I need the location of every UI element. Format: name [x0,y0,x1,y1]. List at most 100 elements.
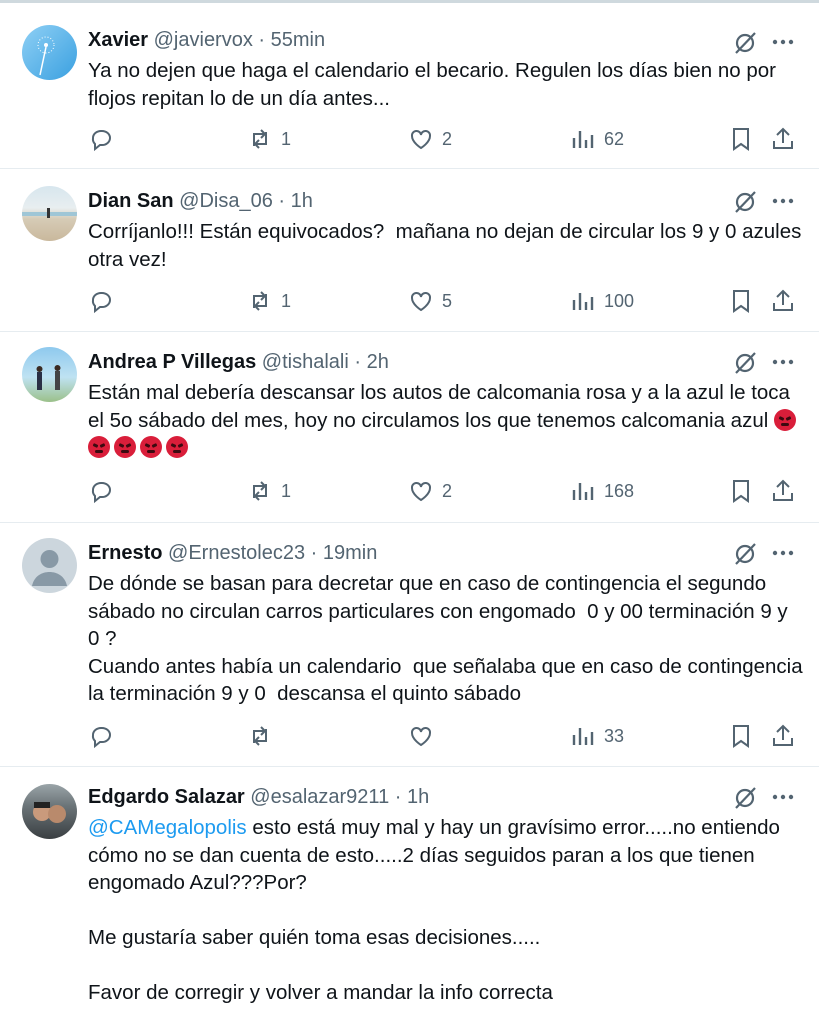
retweet-button[interactable]: 1 [247,476,291,506]
tweet-time[interactable]: 2h [367,351,389,373]
avatar[interactable] [22,25,77,80]
retweet-icon [253,291,267,311]
angry-face-icon [114,436,136,458]
reply-icon [91,482,111,504]
like-count: 5 [442,290,453,311]
more-icon[interactable] [770,542,796,564]
author-handle[interactable]: @Ernestolec23 [168,542,305,564]
bookmark-button[interactable] [728,721,754,751]
share-button[interactable] [770,721,796,751]
like-button[interactable]: 2 [408,476,452,506]
retweet-icon [253,129,267,149]
default-avatar-icon [32,550,67,586]
share-button[interactable] [770,124,796,154]
avatar[interactable] [22,538,77,593]
retweet-button[interactable]: 1 [247,124,291,154]
grok-icon[interactable] [731,188,759,216]
like-button[interactable] [408,721,442,751]
bookmark-icon [733,290,749,313]
tweet[interactable]: Andrea P Villegas @tishalali · 2h Están … [0,331,819,523]
tweet[interactable]: Dian San @Disa_06 · 1h Corríjanlo!!! Est… [0,168,819,332]
like-icon [411,129,431,150]
views-button[interactable]: 100 [570,286,634,316]
avatar[interactable] [22,186,77,241]
author-name[interactable]: Ernesto [88,542,162,564]
share-button[interactable] [770,286,796,316]
tweet-header: Andrea P Villegas @tishalali · 2h [88,351,389,373]
author-handle[interactable]: @tishalali [262,351,349,373]
tweet-text-content: Están mal debería descansar los autos de… [88,381,796,432]
views-button[interactable]: 168 [570,476,634,506]
grok-icon[interactable] [731,784,759,812]
mention-link[interactable]: @CAMegalopolis [88,816,247,839]
more-icon[interactable] [770,31,796,53]
retweet-icon [253,481,267,501]
selfie-avatar-image [33,802,66,823]
bookmark-icon [733,480,749,503]
more-icon[interactable] [770,190,796,212]
grok-icon[interactable] [731,29,759,57]
angry-face-icon [166,436,188,458]
like-count: 2 [442,128,453,149]
avatar[interactable] [22,784,77,839]
grok-icon[interactable] [731,349,759,377]
reply-icon [91,130,111,152]
author-name[interactable]: Xavier [88,29,148,51]
retweet-count: 1 [281,480,292,501]
tweet[interactable]: Xavier @javiervox · 55min Ya no dejen qu… [0,3,819,169]
tweet-time[interactable]: 55min [271,29,325,51]
bookmark-button[interactable] [728,124,754,154]
tweet-time[interactable]: 1h [291,190,313,212]
views-icon [572,728,594,745]
reply-icon [91,292,111,314]
tweet-actions: 1 2 62 [0,124,819,154]
retweet-button[interactable]: 1 [247,286,291,316]
beach-avatar-image [22,208,77,218]
retweet-count: 1 [281,290,292,311]
tweet-header: Dian San @Disa_06 · 1h [88,190,313,212]
share-button[interactable] [770,476,796,506]
tweet[interactable]: Ernesto @Ernestolec23 · 19min De dónde s… [0,522,819,767]
retweet-button[interactable] [247,721,281,751]
reply-button[interactable] [88,286,122,316]
tweet-actions: 1 2 168 [0,476,819,506]
views-button[interactable]: 33 [570,721,624,751]
people-avatar-image [36,365,61,390]
author-name[interactable]: Edgardo Salazar [88,786,245,808]
tweet[interactable]: Edgardo Salazar @esalazar9211 · 1h @CAMe… [0,766,819,1024]
tweet-time[interactable]: 19min [323,542,377,564]
tweet-text-content: esto está muy mal y hay un gravísimo err… [88,816,780,1004]
author-name[interactable]: Andrea P Villegas [88,351,256,373]
tweet-text: Ya no dejen que haga el calendario el be… [88,59,782,110]
views-count: 168 [604,480,635,501]
share-icon [773,724,793,746]
more-icon[interactable] [770,786,796,808]
bookmark-icon [733,128,749,151]
views-icon [572,293,594,310]
reply-button[interactable] [88,721,122,751]
views-count: 62 [604,128,625,149]
tweet-time[interactable]: 1h [407,786,429,808]
tweet-header: Edgardo Salazar @esalazar9211 · 1h [88,786,430,808]
retweet-icon [253,726,267,746]
share-icon [773,127,793,149]
like-button[interactable]: 5 [408,286,452,316]
author-handle[interactable]: @esalazar9211 [250,786,389,808]
avatar[interactable] [22,347,77,402]
views-button[interactable]: 62 [570,124,624,154]
reply-button[interactable] [88,124,122,154]
bookmark-button[interactable] [728,476,754,506]
like-icon [411,481,431,502]
reply-button[interactable] [88,476,122,506]
author-handle[interactable]: @javiervox [154,29,253,51]
grok-icon[interactable] [731,540,759,568]
views-count: 33 [604,725,625,746]
like-icon [411,726,431,747]
reply-icon [91,727,111,749]
like-button[interactable]: 2 [408,124,452,154]
author-name[interactable]: Dian San [88,190,174,212]
bookmark-button[interactable] [728,286,754,316]
more-icon[interactable] [770,351,796,373]
author-handle[interactable]: @Disa_06 [179,190,273,212]
tweet-actions: 33 [0,721,819,751]
